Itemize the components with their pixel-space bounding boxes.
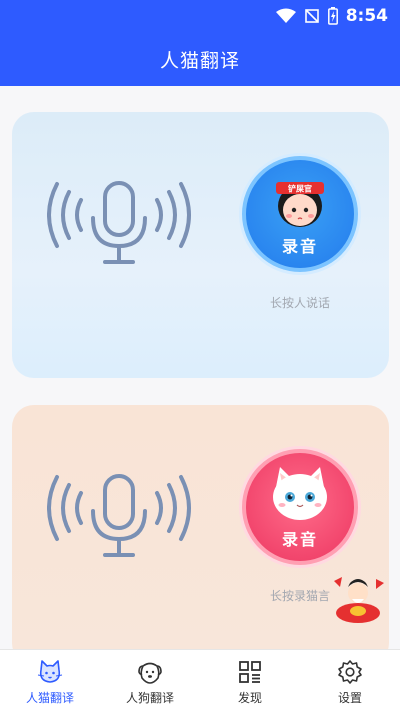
record-label: 录音: [281, 237, 318, 256]
cat-record-button[interactable]: 录音: [242, 449, 358, 565]
tab-label: 设置: [337, 691, 362, 705]
status-icons: 8:54: [275, 6, 388, 26]
fortune-god-badge-icon[interactable]: [330, 573, 386, 625]
app-header: 人猫翻译: [0, 32, 400, 86]
tab-label: 人狗翻译: [125, 691, 174, 705]
press-to-speak-hint: 长按人说话: [269, 296, 330, 310]
wifi-icon: [275, 8, 296, 23]
cat-speech-card: 录音 长按录猫言: [12, 405, 389, 665]
status-bar: 8:54: [0, 0, 400, 32]
battery-charging-icon: [327, 7, 338, 25]
gear-icon: [338, 660, 362, 684]
cat-icon: [37, 660, 63, 683]
record-label: 录音: [281, 530, 318, 549]
tab-settings[interactable]: 设置: [300, 650, 400, 711]
cat-face-icon: [273, 467, 327, 520]
human-speech-card: 铲屎官 录音 长按人说话: [12, 112, 389, 378]
bottom-tab-bar: 人猫翻译 人狗翻译 发现 设置: [0, 649, 400, 711]
tab-discover[interactable]: 发现: [200, 650, 300, 711]
cat-owner-avatar-icon: 铲屎官: [276, 182, 324, 227]
tab-label: 发现: [237, 691, 262, 705]
tab-label: 人猫翻译: [25, 691, 74, 705]
dog-icon: [138, 662, 162, 684]
page-title: 人猫翻译: [159, 49, 240, 72]
microphone-icon: [47, 474, 191, 557]
badge-text: 铲屎官: [288, 184, 312, 194]
grid-icon: [239, 661, 261, 683]
tab-human-cat[interactable]: 人猫翻译: [0, 650, 100, 711]
no-signal-icon: [304, 9, 319, 23]
clock: 8:54: [345, 6, 388, 26]
tab-human-dog[interactable]: 人狗翻译: [100, 650, 200, 711]
human-record-button[interactable]: 铲屎官 录音: [242, 156, 358, 272]
microphone-icon: [47, 181, 191, 264]
